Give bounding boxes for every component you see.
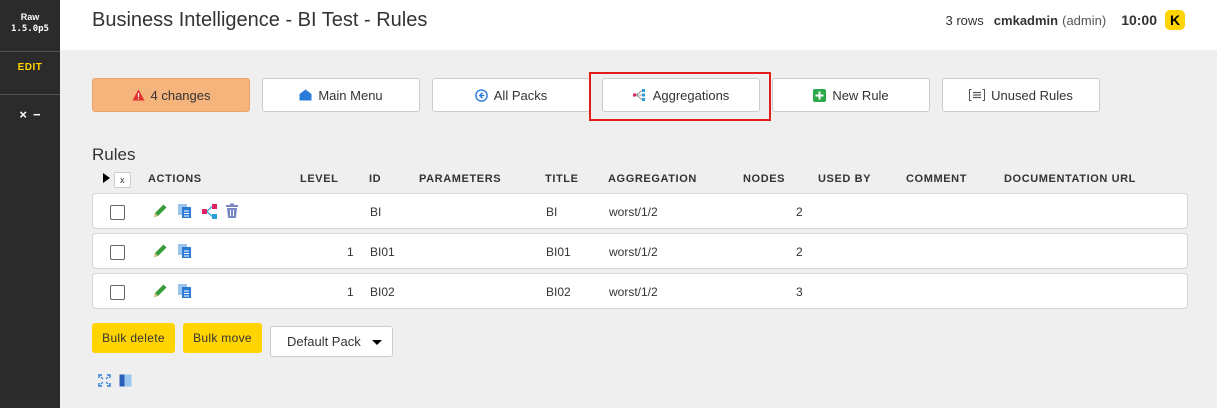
- clone-icon[interactable]: [177, 203, 193, 219]
- section-title: Rules: [92, 145, 136, 164]
- sidebar-version[interactable]: Raw 1.5.0p5: [0, 0, 60, 52]
- cell-aggregation: worst/1/2: [609, 285, 658, 299]
- col-level[interactable]: LEVEL: [300, 173, 338, 185]
- cell-aggregation: worst/1/2: [609, 245, 658, 259]
- clock: 10:00: [1121, 12, 1157, 28]
- all-packs-button[interactable]: All Packs: [432, 78, 590, 112]
- cell-nodes: 2: [796, 205, 803, 219]
- warning-icon: [132, 89, 145, 101]
- cell-level: 1: [347, 245, 354, 259]
- logo-icon[interactable]: K: [1165, 10, 1185, 30]
- expand-toggle-icon[interactable]: [103, 173, 110, 183]
- cell-nodes: 2: [796, 245, 803, 259]
- unused-rules-button[interactable]: Unused Rules: [942, 78, 1100, 112]
- cell-title: BI: [546, 205, 558, 219]
- col-used-by[interactable]: USED BY: [818, 173, 871, 185]
- table-row: BI BI worst/1/2 2: [92, 193, 1188, 229]
- pack-select-value: Default Pack: [287, 334, 361, 349]
- col-parameters[interactable]: PARAMETERS: [419, 173, 501, 185]
- page-title: Business Intelligence - BI Test - Rules: [92, 9, 428, 31]
- list-icon: [969, 89, 986, 101]
- col-title[interactable]: TITLE: [545, 173, 579, 185]
- table-row: 1 BI02 BI02 worst/1/2 3: [92, 273, 1188, 309]
- chevron-down-icon: [372, 340, 382, 345]
- col-comment[interactable]: COMMENT: [906, 173, 967, 185]
- bulk-delete-button[interactable]: Bulk delete: [92, 323, 175, 353]
- col-documentation-url[interactable]: DOCUMENTATION URL: [1004, 173, 1136, 185]
- sidebar-edition: Raw: [20, 12, 40, 22]
- table-row: 1 BI01 BI01 worst/1/2 2: [92, 233, 1188, 269]
- edit-icon[interactable]: [152, 283, 168, 299]
- main-menu-button[interactable]: Main Menu: [262, 78, 420, 112]
- cell-id: BI: [370, 205, 382, 219]
- footer-icons: [98, 374, 140, 387]
- clone-icon[interactable]: [177, 283, 193, 299]
- plus-icon: [813, 88, 827, 102]
- pack-select[interactable]: Default Pack: [270, 326, 393, 357]
- minimize-icon[interactable]: −: [33, 107, 41, 122]
- tree-icon[interactable]: [201, 203, 217, 219]
- new-rule-label: New Rule: [832, 87, 889, 103]
- pending-changes-button[interactable]: 4 changes: [92, 78, 250, 112]
- sidebar-controls: × −: [0, 95, 60, 122]
- sidebar-version-number: 1.5.0p5: [11, 24, 49, 34]
- main-menu-label: Main Menu: [318, 87, 383, 103]
- col-id[interactable]: ID: [369, 173, 381, 185]
- highlight-box: [589, 72, 771, 121]
- cell-id: BI01: [370, 245, 395, 259]
- sidebar-toggle-icon[interactable]: [119, 374, 132, 387]
- unused-rules-label: Unused Rules: [991, 87, 1073, 103]
- pending-changes-label: 4 changes: [150, 87, 211, 103]
- cell-nodes: 3: [796, 285, 803, 299]
- fullscreen-icon[interactable]: [98, 374, 111, 387]
- col-actions: ACTIONS: [148, 173, 202, 185]
- cell-title: BI02: [546, 285, 571, 299]
- new-rule-button[interactable]: New Rule: [772, 78, 930, 112]
- header: Business Intelligence - BI Test - Rules …: [60, 0, 1217, 50]
- cell-level: 1: [347, 285, 354, 299]
- back-circle-icon: [474, 88, 488, 102]
- username: cmkadmin: [993, 12, 1059, 28]
- home-icon: [299, 89, 312, 101]
- cell-id: BI02: [370, 285, 395, 299]
- sidebar-edit-link[interactable]: EDIT: [0, 52, 60, 95]
- edit-icon[interactable]: [152, 203, 168, 219]
- cell-title: BI01: [546, 245, 571, 259]
- row-checkbox[interactable]: [110, 205, 125, 220]
- user-role: (admin): [1062, 12, 1107, 28]
- clear-selection-button[interactable]: x: [114, 172, 131, 188]
- delete-icon[interactable]: [224, 203, 240, 219]
- row-checkbox[interactable]: [110, 245, 125, 260]
- col-aggregation[interactable]: AGGREGATION: [608, 173, 697, 185]
- header-status: 3 rows cmkadmin (admin) 10:00 K: [945, 10, 1185, 30]
- edit-icon[interactable]: [152, 243, 168, 259]
- table-header: x ACTIONS LEVEL ID PARAMETERS TITLE AGGR…: [92, 170, 1188, 190]
- row-checkbox[interactable]: [110, 285, 125, 300]
- sidebar: Raw 1.5.0p5 EDIT × −: [0, 0, 60, 408]
- clone-icon[interactable]: [177, 243, 193, 259]
- col-nodes[interactable]: NODES: [743, 173, 785, 185]
- all-packs-label: All Packs: [493, 87, 548, 103]
- bulk-move-button[interactable]: Bulk move: [183, 323, 262, 353]
- cell-aggregation: worst/1/2: [609, 205, 658, 219]
- rows-count: 3 rows: [945, 12, 984, 28]
- close-icon[interactable]: ×: [19, 107, 27, 122]
